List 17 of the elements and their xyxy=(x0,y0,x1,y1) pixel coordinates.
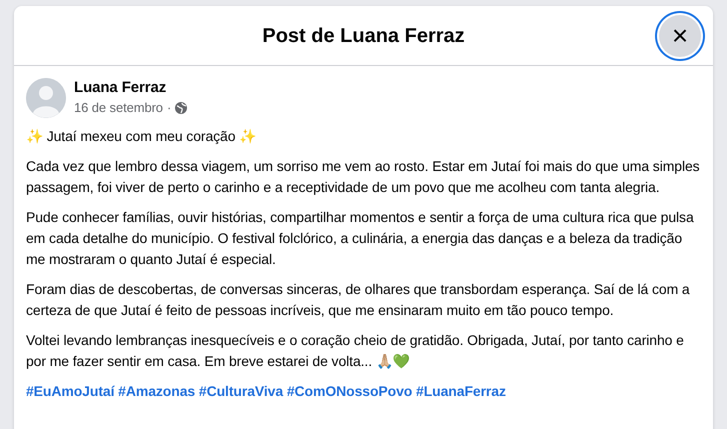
globe-icon xyxy=(175,102,188,114)
post-paragraph: ✨ Jutaí mexeu com meu coração ✨ xyxy=(26,127,258,146)
hashtag-link[interactable]: #LuanaFerraz xyxy=(416,383,506,399)
separator-dot: · xyxy=(166,99,172,117)
post-date[interactable]: 16 de setembro xyxy=(74,97,163,118)
avatar-icon[interactable] xyxy=(26,78,66,118)
hashtag-link[interactable]: #Amazonas xyxy=(118,383,196,399)
post-paragraph: Foram dias de descobertas, de conversas sinceras, de olhares que transbordam esperança. Saí de lá com a certeza de que Jutaí é feito de pessoas incríveis, que me ensinaram muito em tão pouco tempo. xyxy=(26,280,691,320)
hashtag-link[interactable]: #CulturaViva xyxy=(198,383,284,399)
close-button[interactable]: × xyxy=(659,15,701,57)
hashtag-link[interactable]: #EuAmoJutaí xyxy=(26,383,114,399)
post-paragraph: Pude conhecer famílias, ouvir histórias, compartilhar momentos e sentir a força de uma cultura rica que pulsa em cada detalhe do município. O festival folclórico, a culinária, a energia das danças e a beleza da tradição me mostraram o quanto Jutaí é especial. xyxy=(26,208,695,269)
hashtag-link[interactable]: #ComONossoPovo xyxy=(286,383,412,399)
post-paragraph: Cada vez que lembro dessa viagem, um sorriso me vem ao rosto. Estar em Jutaí foi mais do que uma simples passagem, foi viver de perto o carinho e a receptividade de um povo que me acolheu com tanta alegria. xyxy=(26,157,701,197)
post-paragraph: Voltei levando lembranças inesquecíveis e o coração cheio de gratidão. Obrigada, Jutaí, por tanto carinho e por me fazer sentir em casa. Em breve estarei de volta... 🙏🏼💚 xyxy=(26,331,685,371)
author-name[interactable]: Luana Ferraz xyxy=(74,78,188,97)
dialog-title: Post de Luana Ferraz xyxy=(262,24,465,48)
